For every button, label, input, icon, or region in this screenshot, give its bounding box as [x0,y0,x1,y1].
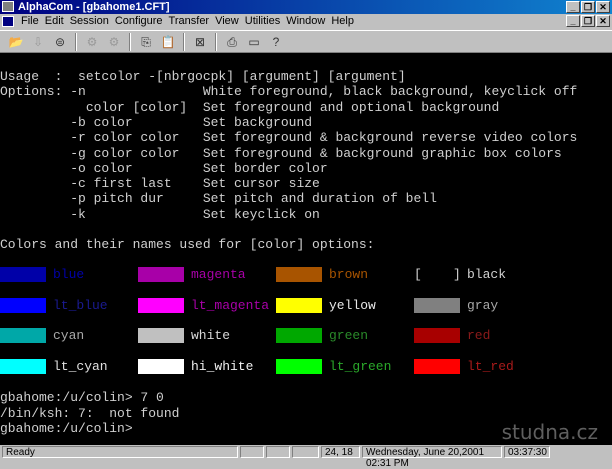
color-label-gray: gray [467,297,499,313]
terminal-line: -k Set keyclick on [0,206,320,222]
document-icon[interactable] [2,16,14,27]
color-swatch-red [414,328,460,344]
status-elapsed: 03:37:30 [504,446,550,458]
color-swatch-lt_magenta [138,297,184,313]
color-swatch-hi_white [138,359,184,375]
window-icon[interactable]: ▭ [244,33,264,51]
color-label-lt_red: lt_red [467,359,514,375]
color-swatch-brown [276,267,322,282]
terminal-line: -r color color Set foreground & backgrou… [0,130,578,146]
gears-icon[interactable]: ⚙ [104,33,124,51]
connect-icon[interactable]: ⇩ [28,33,48,51]
status-cursor: 24, 18 [321,446,360,458]
color-swatch-lt_red [414,359,460,375]
terminal-line: -g color color Set foreground & backgrou… [0,145,562,161]
color-label-white: white [191,328,231,344]
color-swatch-lt_blue [0,297,46,313]
disconnect-icon[interactable]: ⊜ [50,33,70,51]
black-brackets: [ ] [414,267,461,282]
color-label-green: green [329,328,369,344]
color-swatch-lt_cyan [0,359,46,375]
terminal-line: Colors and their names used for [color] … [0,237,375,253]
color-swatch-lt_green [276,359,322,375]
prompt-line: gbahome:/u/colin> 7 0 [0,390,164,405]
app-icon [2,1,14,12]
color-label-lt_cyan: lt_cyan [53,359,108,375]
color-label-hi_white: hi_white [191,359,254,375]
status-panel [292,446,319,458]
window-controls: _ ❐ ✕ [566,1,610,13]
document-controls: _ ❐ ✕ [566,15,610,27]
menu-utilities[interactable]: Utilities [245,14,280,29]
color-label-red: red [467,328,491,344]
terminal-line: -p pitch dur Set pitch and duration of b… [0,191,437,207]
color-label-blue: blue [53,267,85,282]
terminal-line: -o color Set border color [0,160,328,176]
menu-file[interactable]: File [21,14,39,29]
terminal-line: -b color Set background [0,114,313,130]
terminal-line: Usage : setcolor -[nbrgocpk] [argument] … [0,69,406,84]
toolbar-separator [129,32,131,51]
color-label-yellow: yellow [329,297,376,313]
toolbar-separator [183,32,185,51]
prompt-line: gbahome:/u/colin> [0,421,133,436]
toolbar: 📂 ⇩ ⊜ ⚙ ⚙ ⎘ 📋 ⊠ ⎙ ▭? [0,30,612,53]
doc-minimize-button[interactable]: _ [566,15,580,27]
color-swatch-cyan [0,328,46,344]
color-swatch-blue [0,267,46,282]
paste-icon[interactable]: 📋 [158,33,178,51]
color-label-magenta: magenta [191,267,246,282]
watermark: studna.cz [501,420,598,444]
minimize-button[interactable]: _ [566,1,580,13]
doc-close-button[interactable]: ✕ [596,15,610,27]
terminal[interactable]: Usage : setcolor -[nbrgocpk] [argument] … [0,53,612,445]
menu-view[interactable]: View [215,14,239,29]
menu-edit[interactable]: Edit [45,14,64,29]
menu-bar: _ ❐ ✕ File Edit Session Configure Transfer Vi… [0,14,612,29]
toolbar-separator [215,32,217,51]
color-label-brown: brown [329,267,369,282]
color-swatch-green [276,328,322,344]
target-icon[interactable]: ⊠ [190,33,210,51]
status-datetime: Wednesday, June 20,2001 02:31 PM [362,446,502,469]
menu-session[interactable]: Session [70,14,109,29]
terminal-line: -c first last Set cursor size [0,176,320,192]
terminal-line: Options: -n White foreground, black back… [0,84,578,100]
color-label-lt_magenta: lt_magenta [191,297,270,313]
status-panel [266,446,290,458]
color-swatch-white [138,328,184,344]
color-label-lt_green: lt_green [329,359,392,375]
open-folder-icon[interactable]: 📂 [6,33,26,51]
color-swatch-magenta [138,267,184,282]
color-swatch-yellow [276,297,322,313]
doc-restore-button[interactable]: ❐ [581,15,595,27]
menu-transfer[interactable]: Transfer [169,14,210,29]
color-swatch-gray [414,297,460,313]
help-icon[interactable]: ? [266,33,286,51]
terminal-line: color [color] Set foreground and optiona… [0,99,500,115]
gear-icon[interactable]: ⚙ [82,33,102,51]
window-title: AlphaCom - [gbahome1.CFT] [18,1,170,13]
status-ready: Ready [2,446,238,458]
restore-button[interactable]: ❐ [581,1,595,13]
title-bar: AlphaCom - [gbahome1.CFT] _ ❐ ✕ [0,0,612,14]
menu-window[interactable]: Window [286,14,325,29]
color-label-cyan: cyan [53,328,85,344]
menu-configure[interactable]: Configure [115,14,163,29]
color-label-black: black [467,267,507,282]
menu-help[interactable]: Help [331,14,354,29]
print-icon[interactable]: ⎙ [222,33,242,51]
close-button[interactable]: ✕ [596,1,610,13]
copy-icon[interactable]: ⎘ [136,33,156,51]
prompt-line: /bin/ksh: 7: not found [0,405,180,421]
status-panel [240,446,264,458]
toolbar-separator [75,32,77,51]
status-bar: Ready 24, 18 Wednesday, June 20,2001 02:… [0,445,612,469]
color-label-lt_blue: lt_blue [53,297,108,313]
